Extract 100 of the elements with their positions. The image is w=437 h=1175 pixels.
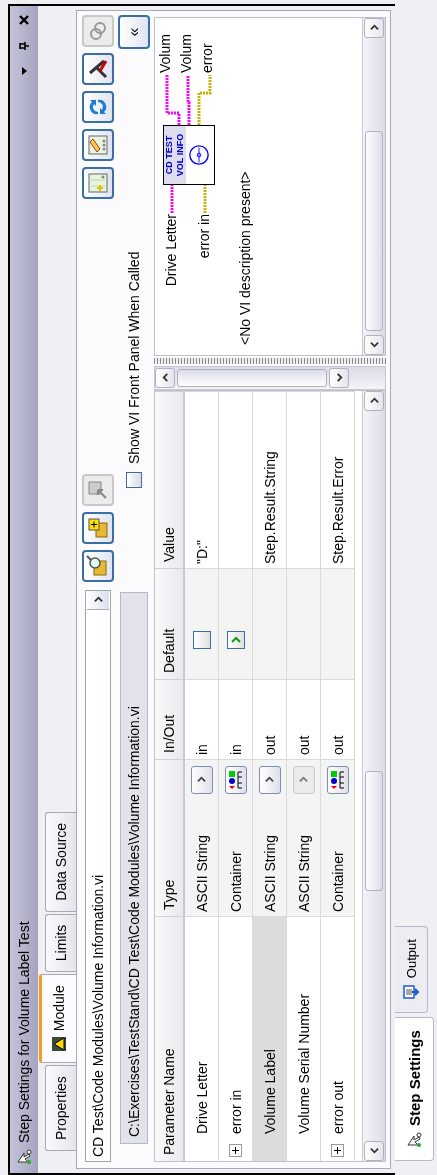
parameter-name: error out [329, 1081, 346, 1134]
window-title: Step Settings for Volume Label Test [16, 921, 32, 1143]
parameter-name: Volume Serial Number [295, 993, 312, 1134]
tab[interactable]: Properties [45, 1065, 76, 1151]
terminal-label: Volum [178, 34, 194, 73]
refresh-button[interactable] [82, 91, 114, 123]
chevron-icon [230, 635, 241, 645]
table-cell[interactable]: Volume Serial Number [287, 916, 321, 1161]
scroll-right-button[interactable] [364, 18, 384, 38]
column-header[interactable]: Default [155, 568, 185, 679]
tools-icon [86, 57, 110, 81]
tab[interactable]: Output [395, 926, 428, 1014]
chevron-icon [334, 373, 344, 383]
chevron-icon [369, 340, 379, 350]
direction-text: out [329, 735, 346, 755]
vi-path: CD Test\Code Modules\Volume Information.vi [90, 874, 106, 1157]
value-text: Step.Result.String [261, 451, 278, 564]
table-cell[interactable]: error out [321, 916, 355, 1161]
chevron-icon [265, 775, 274, 785]
close-icon[interactable] [18, 14, 30, 26]
table-cell[interactable]: Volume Label [253, 916, 287, 1161]
collapse-button[interactable]: « [118, 15, 150, 49]
type-text: ASCII String [261, 834, 278, 912]
chevron-icon [369, 1146, 379, 1156]
parameter-name: Drive Letter [193, 1061, 210, 1134]
expand-icon[interactable] [229, 1144, 242, 1157]
default-checkbox[interactable] [226, 631, 245, 649]
icon-label: CD TEST [164, 135, 175, 175]
scroll-left-button[interactable] [364, 335, 384, 355]
table-cell[interactable]: Drive Letter [185, 916, 219, 1161]
connector-icon [188, 144, 210, 166]
terminal-label: Volum [157, 34, 173, 73]
type-text: Container [227, 851, 244, 912]
cursor-icon [16, 1149, 32, 1165]
type-text: ASCII String [295, 834, 312, 912]
folder-search-icon [86, 554, 110, 578]
cursor-icon [406, 1132, 422, 1148]
direction-text: out [261, 735, 278, 755]
direction-text: in [227, 744, 244, 755]
resolved-path: C:\Exercises\TestStand\CD Test\Code Modules\Volume Information.vi [120, 592, 148, 1144]
scrollbar[interactable] [362, 391, 385, 1161]
column-header[interactable]: In/Out [155, 679, 185, 759]
scroll-right-button[interactable] [364, 391, 384, 411]
chevron-icon [299, 775, 308, 785]
chevron-icon [93, 595, 103, 605]
terminal-label: Drive Letter [163, 214, 179, 287]
value-text: "D:" [193, 540, 210, 564]
checkbox[interactable] [126, 472, 142, 488]
column-header[interactable]: Parameter Name [155, 916, 185, 1161]
type-button[interactable] [190, 766, 213, 794]
new-panel-button[interactable] [82, 167, 114, 199]
direction-text: out [295, 735, 312, 755]
module-icon [51, 1036, 67, 1053]
panel-pencil-icon [86, 133, 110, 157]
type-text: Container [329, 851, 346, 912]
scrollbar[interactable] [362, 18, 385, 355]
output-icon [403, 984, 419, 1001]
scroll-up-button[interactable] [155, 368, 175, 388]
tab[interactable]: Module [39, 974, 76, 1064]
dropdown-button[interactable] [87, 591, 109, 610]
column-header[interactable]: Value [155, 391, 185, 568]
icon-label: VOL INFO [175, 133, 186, 177]
panel-plus-icon [86, 171, 110, 195]
cluster-type-button[interactable] [224, 766, 247, 794]
expand-icon[interactable] [331, 1144, 344, 1157]
scroll-down-button[interactable] [329, 368, 349, 388]
chevron-icon [197, 775, 206, 785]
edit-panel-button[interactable] [82, 129, 114, 161]
chevron-icon [369, 23, 379, 33]
cluster-icon [329, 770, 346, 790]
tab[interactable]: Data Source [45, 811, 76, 912]
tab[interactable]: Limits [45, 913, 76, 973]
type-button[interactable] [258, 766, 281, 794]
menu-arrow-icon[interactable] [19, 66, 29, 76]
type-text: ASCII String [193, 834, 210, 912]
pin-icon[interactable] [18, 40, 30, 52]
chevron-icon [369, 396, 379, 406]
column-header[interactable]: Type [155, 759, 185, 916]
direction-text: in [193, 744, 210, 755]
scroll-thumb[interactable] [365, 771, 383, 891]
scroll-thumb[interactable] [365, 131, 383, 331]
terminal-label: error [199, 43, 215, 73]
terminal-label: error in [196, 214, 212, 259]
table-cell[interactable]: error in [219, 916, 253, 1161]
scrollbar[interactable] [154, 366, 386, 390]
scroll-left-button[interactable] [364, 1141, 384, 1161]
folder-plus-icon [86, 516, 110, 540]
search-folder-button[interactable] [82, 550, 114, 582]
folder-add-button[interactable] [82, 512, 114, 544]
cluster-type-button[interactable] [326, 766, 349, 794]
vi-description: <No VI description present> [237, 171, 253, 345]
cluster-icon [227, 770, 244, 790]
chevron-icon [160, 373, 170, 383]
tab[interactable]: Step Settings [395, 1017, 434, 1161]
default-checkbox[interactable] [192, 631, 211, 649]
scroll-thumb[interactable] [177, 369, 327, 387]
parameter-name: Volume Label [261, 1049, 278, 1134]
vi-path-field[interactable]: CD Test\Code Modules\Volume Information.vi [85, 590, 111, 1162]
tools-button[interactable] [82, 53, 114, 85]
value-text: Step.Result.Error [329, 456, 346, 564]
